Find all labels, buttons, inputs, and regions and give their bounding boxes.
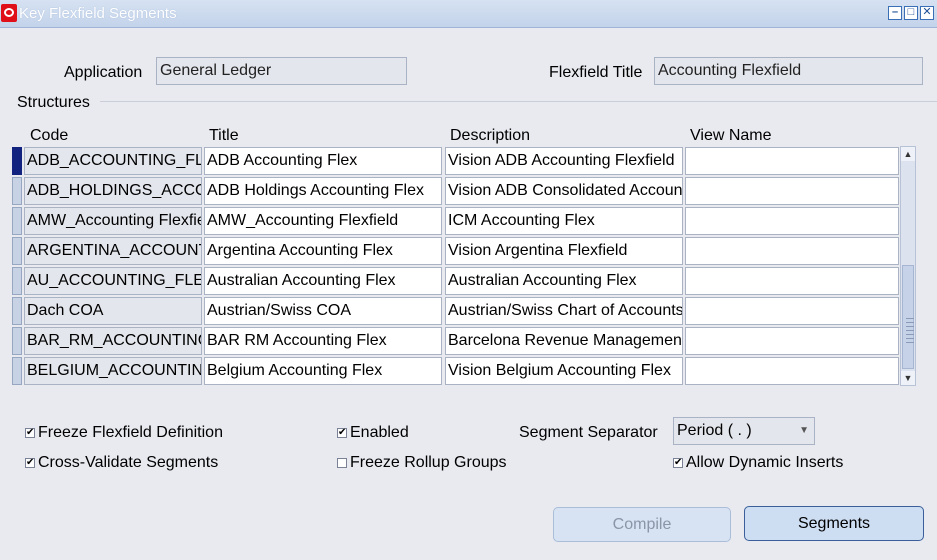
allow-dynamic-inserts-checkbox[interactable]: ✔ Allow Dynamic Inserts	[673, 454, 843, 472]
row-selector[interactable]	[12, 207, 22, 235]
description-cell[interactable]: Vision Belgium Accounting Flex	[445, 357, 683, 385]
scroll-down-icon[interactable]: ▼	[901, 371, 915, 385]
code-cell[interactable]: ADB_ACCOUNTING_FLEX	[24, 147, 202, 175]
view-name-cell[interactable]	[685, 267, 899, 295]
structures-group-label: Structures	[17, 94, 90, 111]
code-cell[interactable]: ARGENTINA_ACCOUNTING_FLEX	[24, 237, 202, 265]
column-header-code: Code	[30, 127, 69, 144]
title-cell[interactable]: AMW_Accounting Flexfield	[204, 207, 442, 235]
table-row[interactable]: BELGIUM_ACCOUNTING_FLEX Belgium Accounti…	[12, 356, 902, 386]
table-row[interactable]: Dach COA Austrian/Swiss COA Austrian/Swi…	[12, 296, 902, 326]
title-cell[interactable]: ADB Holdings Accounting Flex	[204, 177, 442, 205]
maximize-icon[interactable]: □	[904, 6, 918, 20]
code-cell[interactable]: BAR_RM_ACCOUNTING_FLEX	[24, 327, 202, 355]
application-label: Application	[64, 64, 143, 81]
title-cell[interactable]: Argentina Accounting Flex	[204, 237, 442, 265]
table-row[interactable]: AMW_Accounting Flexfield AMW_Accounting …	[12, 206, 902, 236]
row-selector[interactable]	[12, 297, 22, 325]
column-header-title: Title	[209, 127, 239, 144]
empty-checkbox-icon	[337, 458, 347, 468]
title-cell[interactable]: Australian Accounting Flex	[204, 267, 442, 295]
dropdown-arrow-icon: ▼	[799, 425, 809, 436]
minimize-icon[interactable]: –	[888, 6, 902, 20]
row-selector[interactable]	[12, 267, 22, 295]
view-name-cell[interactable]	[685, 327, 899, 355]
description-cell[interactable]: Vision ADB Consolidated Accounting Flex	[445, 177, 683, 205]
view-name-cell[interactable]	[685, 357, 899, 385]
checkmark-icon: ✔	[673, 457, 683, 468]
application-field[interactable]: General Ledger	[156, 57, 407, 85]
group-divider	[100, 101, 937, 102]
view-name-cell[interactable]	[685, 297, 899, 325]
code-cell[interactable]: ADB_HOLDINGS_ACCOUNTING_FLEX	[24, 177, 202, 205]
compile-button[interactable]: Compile	[553, 507, 731, 542]
table-row[interactable]: AU_ACCOUNTING_FLEX Australian Accounting…	[12, 266, 902, 296]
table-row[interactable]: ADB_HOLDINGS_ACCOUNTING_FLEX ADB Holding…	[12, 176, 902, 206]
flexfield-title-label: Flexfield Title	[549, 64, 643, 81]
view-name-cell[interactable]	[685, 147, 899, 175]
freeze-rollup-checkbox[interactable]: Freeze Rollup Groups	[337, 454, 507, 472]
checkmark-icon: ✔	[25, 427, 35, 438]
column-header-view-name: View Name	[690, 127, 772, 144]
checkmark-icon: ✔	[337, 427, 347, 438]
window-titlebar: Key Flexfield Segments – □ ✕	[0, 0, 937, 28]
view-name-cell[interactable]	[685, 177, 899, 205]
row-selector[interactable]	[12, 147, 22, 175]
oracle-logo-icon	[1, 4, 17, 22]
table-row[interactable]: ARGENTINA_ACCOUNTING_FLEX Argentina Acco…	[12, 236, 902, 266]
row-selector[interactable]	[12, 327, 22, 355]
cross-validate-checkbox[interactable]: ✔ Cross-Validate Segments	[25, 454, 218, 472]
row-selector[interactable]	[12, 357, 22, 385]
description-cell[interactable]: ICM Accounting Flex	[445, 207, 683, 235]
title-cell[interactable]: BAR RM Accounting Flex	[204, 327, 442, 355]
description-cell[interactable]: Vision ADB Accounting Flexfield	[445, 147, 683, 175]
view-name-cell[interactable]	[685, 237, 899, 265]
column-header-description: Description	[450, 127, 531, 144]
scroll-thumb[interactable]	[902, 265, 914, 369]
title-cell[interactable]: ADB Accounting Flex	[204, 147, 442, 175]
description-cell[interactable]: Vision Argentina Flexfield	[445, 237, 683, 265]
segment-separator-label: Segment Separator	[519, 424, 658, 441]
view-name-cell[interactable]	[685, 207, 899, 235]
table-row[interactable]: ADB_ACCOUNTING_FLEX ADB Accounting Flex …	[12, 146, 902, 176]
enabled-checkbox[interactable]: ✔ Enabled	[337, 424, 409, 442]
description-cell[interactable]: Austrian/Swiss Chart of Accounts	[445, 297, 683, 325]
code-cell[interactable]: AMW_Accounting Flexfield	[24, 207, 202, 235]
description-cell[interactable]: Barcelona Revenue Management	[445, 327, 683, 355]
flexfield-title-field[interactable]: Accounting Flexfield	[654, 57, 923, 85]
code-cell[interactable]: Dach COA	[24, 297, 202, 325]
freeze-definition-checkbox[interactable]: ✔ Freeze Flexfield Definition	[25, 424, 223, 442]
segment-separator-select[interactable]: Period ( . ) ▼	[673, 417, 815, 445]
description-cell[interactable]: Australian Accounting Flex	[445, 267, 683, 295]
vertical-scrollbar[interactable]: ▲ ▼	[900, 146, 916, 386]
table-row[interactable]: BAR_RM_ACCOUNTING_FLEX BAR RM Accounting…	[12, 326, 902, 356]
title-cell[interactable]: Austrian/Swiss COA	[204, 297, 442, 325]
title-cell[interactable]: Belgium Accounting Flex	[204, 357, 442, 385]
close-icon[interactable]: ✕	[920, 6, 934, 20]
code-cell[interactable]: AU_ACCOUNTING_FLEX	[24, 267, 202, 295]
segments-button[interactable]: Segments	[744, 506, 924, 541]
row-selector[interactable]	[12, 237, 22, 265]
row-selector[interactable]	[12, 177, 22, 205]
scroll-up-icon[interactable]: ▲	[901, 147, 915, 161]
checkmark-icon: ✔	[25, 457, 35, 468]
window-title: Key Flexfield Segments	[19, 5, 177, 22]
code-cell[interactable]: BELGIUM_ACCOUNTING_FLEX	[24, 357, 202, 385]
